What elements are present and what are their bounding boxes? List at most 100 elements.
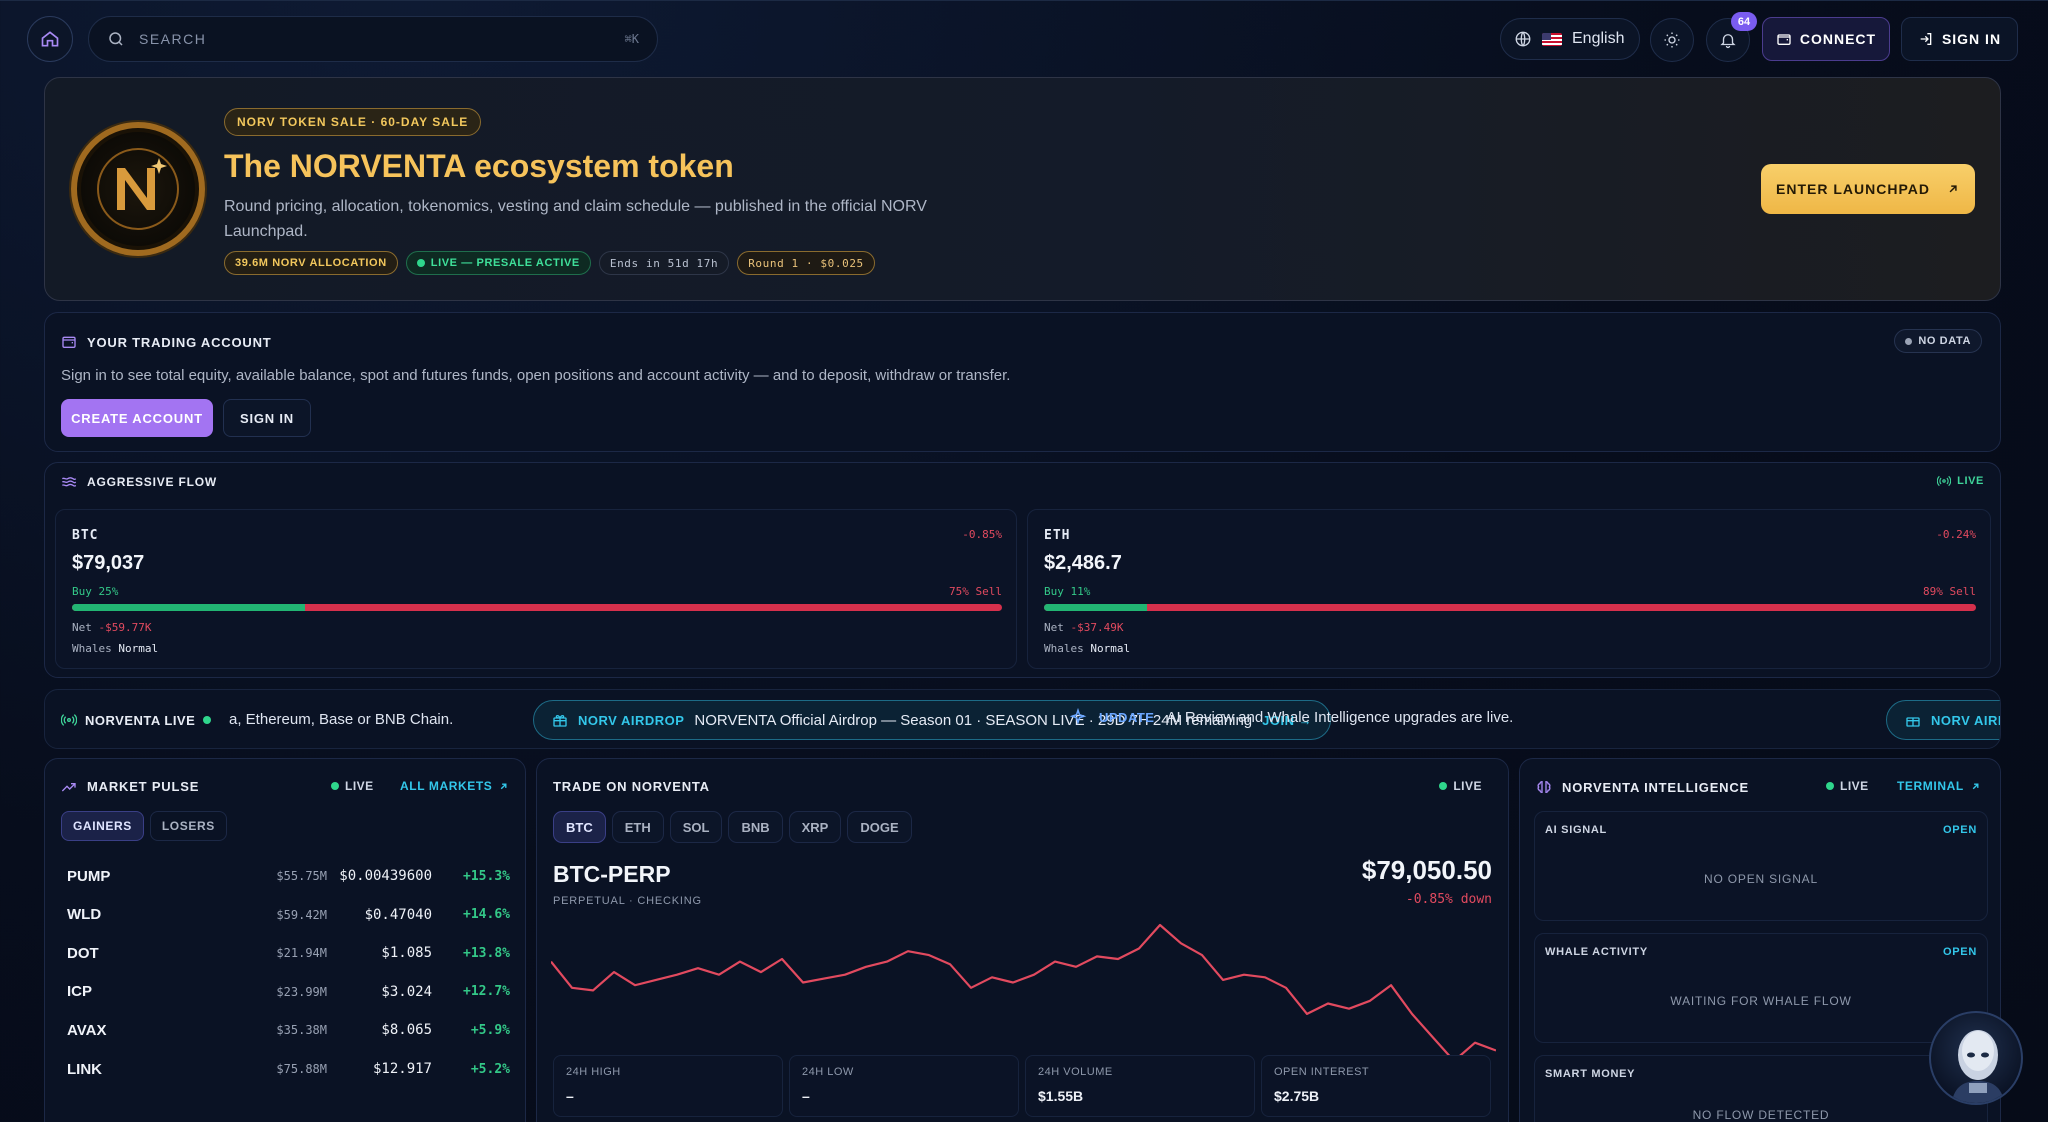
trading-account-card: YOUR TRADING ACCOUNT NO DATA Sign in to …: [44, 312, 2001, 452]
row-symbol: ICP: [67, 983, 93, 1001]
hero-title: The NORVENTA ecosystem token: [224, 148, 734, 184]
tab-losers[interactable]: LOSERS: [149, 811, 227, 841]
row-symbol: LINK: [67, 1060, 102, 1078]
row-volume: $55.75M: [276, 869, 327, 883]
tab-eth[interactable]: ETH: [611, 811, 664, 843]
row-price: $8.065: [381, 1022, 432, 1039]
market-pulse-row[interactable]: LINK $75.88M $12.917 +5.2%: [67, 1050, 510, 1088]
terminal-link[interactable]: TERMINAL: [1897, 779, 1981, 793]
flow-whales-value: Normal: [118, 642, 159, 655]
trade-panel: TRADE ON NORVENTA LIVE BTC ETH SOL BNB X…: [536, 758, 1509, 1122]
smart-money-message: NO FLOW DETECTED: [1692, 1108, 1830, 1122]
market-pulse-row[interactable]: AVAX $35.38M $8.065 +5.9%: [67, 1011, 510, 1049]
language-label: English: [1572, 30, 1625, 47]
market-pulse-row[interactable]: WLD $59.42M $0.47040 +14.6%: [67, 896, 510, 934]
smart-money-box: SMART MONEY NO FLOW DETECTED: [1534, 1055, 1988, 1122]
waves-icon: [61, 477, 77, 487]
all-markets-label: ALL MARKETS: [400, 779, 493, 793]
flow-item-btc[interactable]: BTC -0.85% $79,037 Buy 25% 75% Sell Net …: [55, 509, 1017, 669]
home-icon: [41, 31, 59, 47]
ai-signal-box: AI SIGNAL OPEN NO OPEN SIGNAL: [1534, 811, 1988, 921]
ai-assistant-avatar[interactable]: [1929, 1011, 2023, 1105]
ticker-label: NORVENTA LIVE: [61, 690, 212, 748]
flow-symbol: BTC: [72, 528, 99, 543]
row-volume: $35.38M: [276, 1023, 327, 1038]
create-account-button[interactable]: CREATE ACCOUNT: [61, 399, 213, 437]
flow-item-eth[interactable]: ETH -0.24% $2,486.7 Buy 11% 89% Sell Net…: [1027, 509, 1991, 669]
tab-xrp[interactable]: XRP: [788, 811, 842, 843]
live-dot: [203, 716, 212, 724]
search-bar[interactable]: SEARCH ⌘K: [88, 16, 658, 62]
theme-toggle[interactable]: [1650, 18, 1694, 62]
terminal-label: TERMINAL: [1897, 779, 1964, 793]
tab-bnb[interactable]: BNB: [728, 811, 783, 843]
flow-net: Net -$59.77K: [72, 621, 151, 634]
stat-open-interest: OPEN INTEREST $2.75B: [1261, 1055, 1491, 1117]
norventa-logo: [71, 122, 205, 256]
language-selector[interactable]: English: [1500, 18, 1640, 60]
row-price: $0.47040: [364, 906, 432, 923]
connect-button[interactable]: CONNECT: [1762, 17, 1890, 61]
intelligence-title: NORVENTA INTELLIGENCE: [1562, 779, 1750, 795]
whales-label: Whales: [72, 642, 112, 655]
tab-doge[interactable]: DOGE: [847, 811, 912, 843]
row-change: +15.3%: [463, 868, 510, 884]
trading-account-title: YOUR TRADING ACCOUNT: [87, 334, 272, 350]
round-price-tag: Round 1 · $0.025: [737, 251, 875, 275]
stat-value: $1.55B: [1038, 1088, 1084, 1104]
row-volume: $75.88M: [276, 1062, 327, 1076]
sparkle-icon: [1069, 708, 1087, 725]
update-text: AI Review and Whale Intelligence upgrade…: [1166, 708, 1514, 726]
tab-btc[interactable]: BTC: [553, 811, 606, 843]
market-pulse-row[interactable]: ICP $23.99M $3.024 +12.7%: [67, 973, 510, 1011]
account-sign-in-button[interactable]: SIGN IN: [223, 399, 311, 437]
ai-signal-open-link[interactable]: OPEN: [1943, 824, 1977, 836]
broadcast-icon: [61, 714, 77, 726]
all-markets-link[interactable]: ALL MARKETS: [400, 779, 509, 793]
robot-head-icon: [1951, 1030, 2005, 1103]
enter-launchpad-button[interactable]: ENTER LAUNCHPAD: [1761, 164, 1975, 214]
presale-live-tag: LIVE — PRESALE ACTIVE: [405, 251, 591, 275]
tab-gainers[interactable]: GAINERS: [61, 811, 144, 841]
airdrop-ticker-item-repeat[interactable]: NORV AIRDRO: [1886, 700, 2000, 740]
update-ticker-item[interactable]: UPDATE AI Review and Whale Intelligence …: [1069, 708, 1513, 726]
us-flag-icon: [1542, 32, 1562, 46]
net-label: Net: [72, 621, 92, 634]
row-price: $1.085: [381, 945, 432, 962]
flow-price: $2,486.7: [1044, 552, 1122, 574]
stat-value: –: [802, 1088, 810, 1104]
sign-in-button[interactable]: SIGN IN: [1901, 17, 2018, 61]
market-pulse-row[interactable]: DOT $21.94M $1.085 +13.8%: [67, 934, 510, 972]
price-change: -0.85% down: [1405, 892, 1492, 907]
stat-24h-low: 24H LOW –: [789, 1055, 1019, 1117]
market-pulse-row[interactable]: PUMP $55.75M $0.00439600 +15.3%: [67, 857, 510, 895]
tab-sol[interactable]: SOL: [669, 811, 723, 843]
market-stats: 24H HIGH – 24H LOW – 24H VOLUME $1.55B OPEN…: [553, 1055, 1491, 1117]
hero-description: Round pricing, allocation, tokenomics, v…: [224, 198, 927, 240]
ai-signal-message: NO OPEN SIGNAL: [1704, 872, 1818, 886]
whale-activity-message: WAITING FOR WHALE FLOW: [1670, 994, 1852, 1008]
whale-activity-open-link[interactable]: OPEN: [1943, 946, 1977, 958]
row-change: +5.2%: [470, 1061, 510, 1077]
flow-sell-pct: 89% Sell: [1923, 585, 1976, 598]
ai-signal-title: AI SIGNAL: [1545, 824, 1607, 836]
home-button[interactable]: [27, 16, 73, 62]
row-change: +12.7%: [463, 984, 510, 1000]
trading-account-header: YOUR TRADING ACCOUNT: [61, 334, 272, 350]
trade-live-indicator: LIVE: [1439, 779, 1482, 793]
price-line-chart: [551, 923, 1496, 1063]
flow-buy-pct: Buy 11%: [1044, 585, 1091, 598]
no-data-label: NO DATA: [1918, 335, 1971, 347]
gift-icon: [1906, 717, 1920, 727]
arrow-up-right-icon: [1972, 783, 1979, 789]
row-volume: $59.42M: [276, 907, 327, 922]
net-label: Net: [1044, 621, 1064, 634]
aggressive-flow-card: AGGRESSIVE FLOW LIVE BTC -0.85% $79,037 …: [44, 462, 2001, 678]
flow-change: -0.85%: [962, 528, 1002, 541]
stat-label: 24H LOW: [802, 1066, 854, 1078]
airdrop-tag: NORV AIRDROP: [578, 712, 685, 728]
wallet-icon: [1777, 34, 1791, 45]
update-tag: UPDATE: [1099, 709, 1155, 725]
buy-sell-bar: [1044, 604, 1976, 611]
flow-buy-pct: Buy 25%: [72, 585, 119, 598]
